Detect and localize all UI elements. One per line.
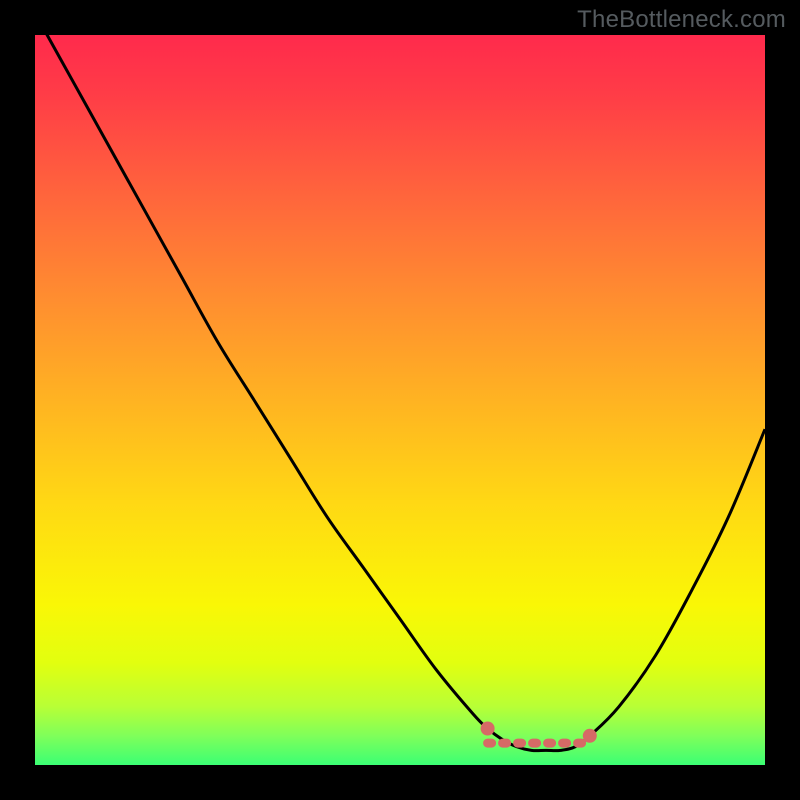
range-right-dot <box>583 729 597 743</box>
chart-plot-area <box>35 35 765 765</box>
range-left-dot <box>481 722 495 736</box>
bottleneck-curve-svg <box>35 35 765 765</box>
watermark-label: TheBottleneck.com <box>577 6 786 34</box>
bottleneck-curve-path <box>35 13 765 751</box>
